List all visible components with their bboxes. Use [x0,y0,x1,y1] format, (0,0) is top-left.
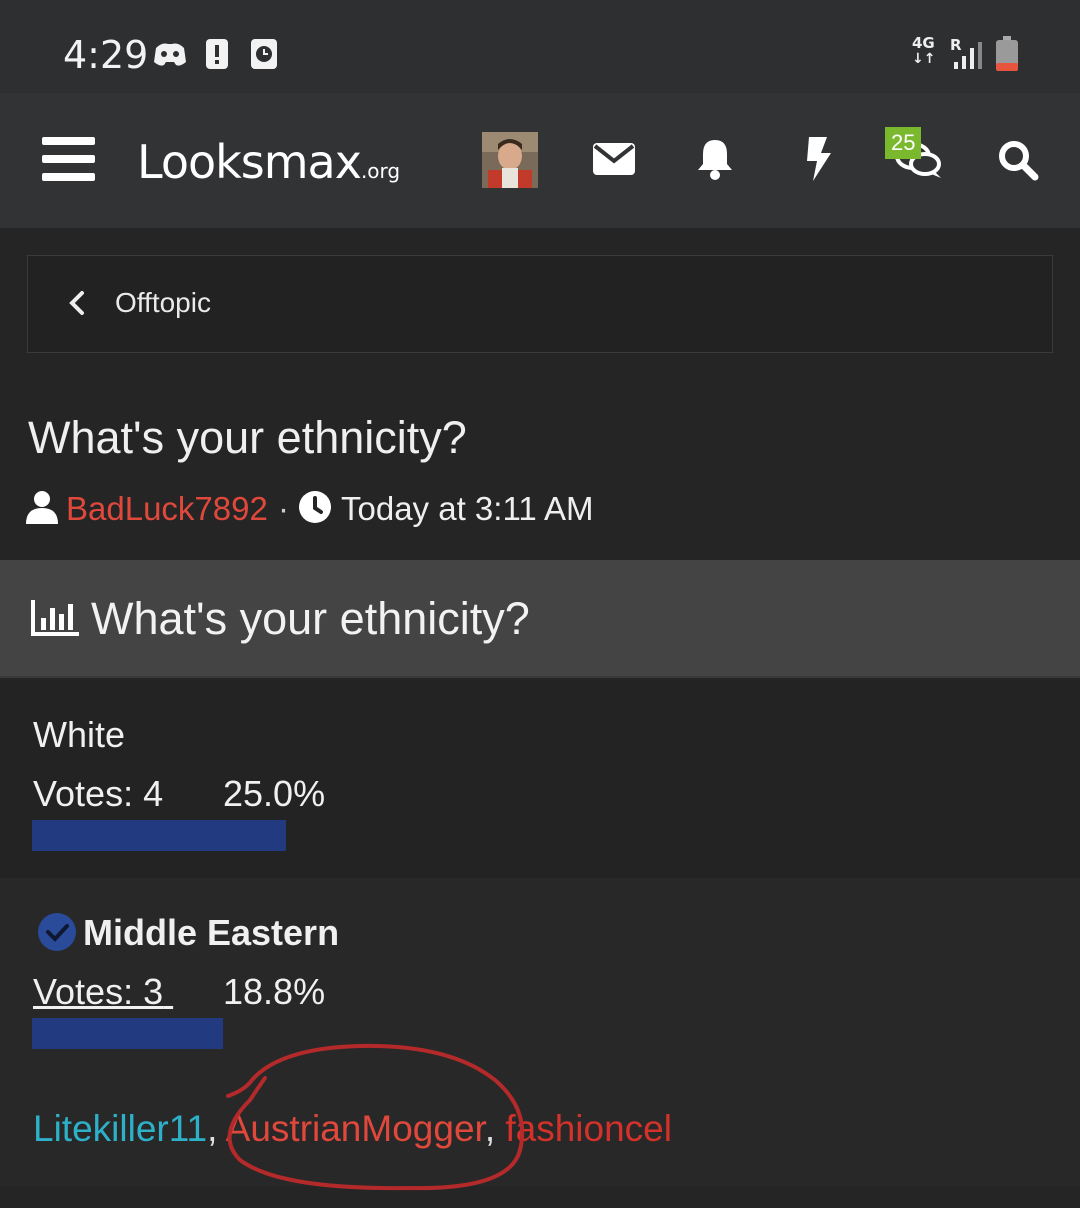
network-type: 4G ↓↑ [912,34,936,67]
hand-drawn-circle-annotation [226,1043,525,1191]
menu-icon[interactable] [42,135,95,183]
poll-option-votes: Votes: 4 [33,773,164,814]
poll-option-percent: 25.0% [223,773,326,814]
check-circle-icon [38,913,76,951]
breadcrumb[interactable]: Offtopic [27,255,1053,353]
poll-option-label: Middle Eastern [83,912,340,953]
bolt-icon[interactable] [805,137,831,181]
page-title: What's your ethnicity? [28,412,467,463]
clock-icon [299,491,331,523]
thread-author[interactable]: BadLuck7892 [66,490,268,528]
poll-header: What's your ethnicity? [0,560,1080,678]
poll-option-label: White [33,714,126,755]
chevron-left-icon [69,291,84,315]
envelope-icon[interactable] [593,143,635,175]
thread-date[interactable]: Today at 3:11 AM [341,490,594,528]
status-bar: 4:29 4G ↓↑ R [0,0,1080,93]
avatar[interactable] [482,132,538,188]
meta-separator: · [278,490,289,527]
poll-option-percent: 18.8% [223,971,326,1012]
poll-option-bar [32,820,286,851]
poll-title: What's your ethnicity? [91,593,530,644]
status-time: 4:29 [63,33,149,77]
discord-icon [154,43,186,66]
poll-chart-icon [31,600,79,636]
breadcrumb-label[interactable]: Offtopic [115,287,211,319]
search-icon[interactable] [997,139,1039,181]
poll-option-votes-link[interactable]: Votes: 3 [33,971,173,1013]
voter-link[interactable]: Litekiller11 [33,1108,207,1149]
poll-option: White Votes: 4 25.0% [0,680,1080,878]
clock-app-icon [251,39,277,69]
bell-icon[interactable] [697,138,733,180]
poll-option-bar [32,1018,223,1049]
site-logo[interactable]: Looksmax.org [137,135,400,189]
battery-icon [996,36,1018,71]
user-icon [26,491,58,524]
alert-icon [206,39,228,69]
signal-icon [954,42,982,69]
chat-badge: 25 [885,127,922,159]
